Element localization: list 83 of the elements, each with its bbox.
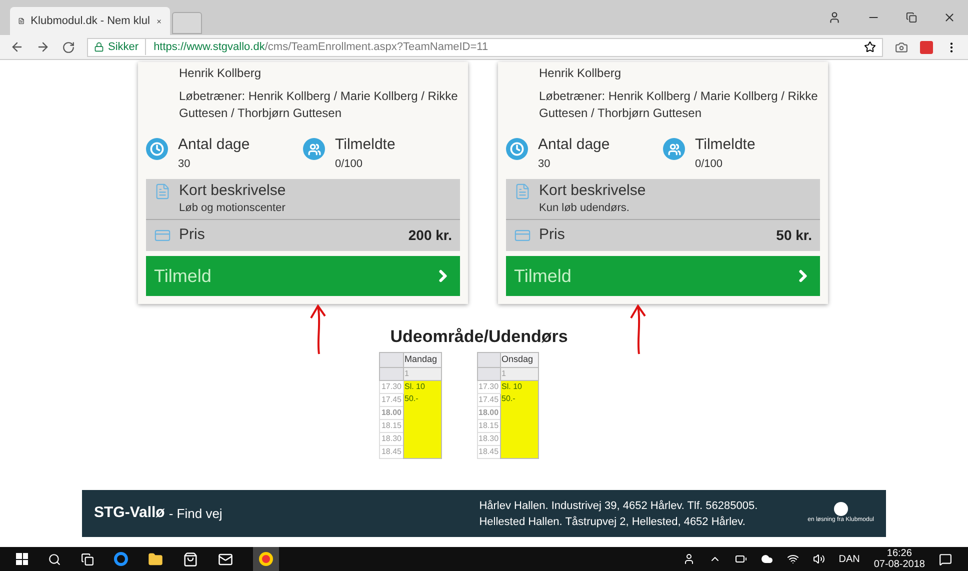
price-label: Pris — [539, 225, 566, 246]
time-cell: 18.45 — [477, 445, 500, 458]
enrolled-value: 0/100 — [335, 157, 364, 172]
time-cell: 18.45 — [380, 445, 403, 458]
profile-icon[interactable] — [828, 11, 841, 24]
clock-icon — [146, 138, 168, 160]
time-cell: 18.30 — [477, 432, 500, 445]
price-value: 50 kr. — [776, 226, 812, 245]
time-cell: 18.00 — [380, 406, 403, 419]
brand-name: STG-Vallø — [94, 503, 165, 524]
booking-text: Sl. 10 — [404, 380, 426, 392]
mail-icon[interactable] — [218, 552, 233, 566]
logo-icon — [834, 502, 848, 516]
days-value: 30 — [178, 157, 192, 172]
clock-icon — [506, 138, 528, 160]
price-label: Pris — [179, 225, 206, 246]
windows-start-icon[interactable] — [16, 553, 28, 565]
days-label: Antal dage — [538, 136, 610, 154]
description-text: Kun løb udendørs. — [539, 200, 630, 216]
time-cell: 18.00 — [477, 406, 500, 419]
instructor-name: Henrik Kollberg — [539, 65, 622, 82]
days-value: 30 — [538, 157, 552, 172]
address-bar[interactable]: Sikker https://www.stgvallo.dk/cms/TeamEnrollment.aspx?TeamNameID=11 — [87, 38, 883, 56]
time-cell: 17.30 — [380, 380, 403, 393]
booking-text: 50.- — [502, 392, 516, 404]
price-value: 200 kr. — [408, 226, 452, 245]
trainers-text: Løbetræner: Henrik Kollberg / Marie Kollberg / Rikke Guttesen / Thorbjørn Guttesen — [179, 88, 459, 122]
column-number: 1 — [500, 367, 538, 380]
bookmark-star-icon[interactable] — [864, 41, 876, 53]
column-number: 1 — [403, 367, 441, 380]
clock-date: 07-08-2018 — [874, 559, 925, 570]
enrolled-label: Tilmeldte — [335, 136, 396, 154]
time-cell: 17.30 — [477, 380, 500, 393]
description-label: Kort beskrivelse — [539, 182, 646, 200]
booking-text: 50.- — [404, 392, 420, 404]
time-cell: 17.45 — [380, 393, 403, 406]
day-header: Onsdag — [500, 352, 538, 367]
find-route-link[interactable]: - Find vej — [168, 504, 222, 524]
time-cell: 18.30 — [380, 432, 403, 445]
tab-title: Klubmodul.dk - Nem klul — [30, 14, 150, 29]
day-header: Mandag — [403, 352, 441, 367]
page-icon — [18, 15, 25, 27]
document-icon — [514, 182, 531, 200]
store-icon[interactable] — [183, 552, 198, 566]
reload-icon[interactable] — [62, 40, 75, 54]
schedule-title: Udeområde/Udendørs — [390, 326, 568, 348]
clock-time: 16:26 — [886, 548, 912, 559]
restore-icon[interactable] — [906, 12, 917, 23]
card-icon — [154, 227, 171, 244]
days-label: Antal dage — [178, 136, 250, 154]
time-cell: 17.45 — [477, 393, 500, 406]
language-indicator[interactable]: DAN — [838, 552, 860, 566]
address-line: Hårlev Hallen. Industrivej 39, 4652 Hårlev. Tlf. 56285005. — [479, 498, 758, 514]
volume-icon[interactable] — [812, 553, 825, 565]
trainers-text: Løbetræner: Henrik Kollberg / Marie Kollberg / Rikke Guttesen / Thorbjørn Guttesen — [539, 88, 819, 122]
forward-icon[interactable] — [36, 40, 50, 54]
people-tray-icon[interactable] — [682, 553, 695, 565]
description-label: Kort beskrivelse — [179, 182, 286, 200]
time-cell: 18.15 — [380, 419, 403, 432]
document-icon — [154, 182, 171, 200]
folder-icon[interactable] — [148, 552, 163, 566]
instructor-name: Henrik Kollberg — [179, 65, 262, 82]
address-line: Hellested Hallen. Tåstrupvej 2, Hellested, 4652 Hårlev. — [479, 514, 746, 530]
enrolled-value: 0/100 — [695, 157, 724, 172]
lock-icon — [94, 42, 104, 52]
search-icon[interactable] — [48, 552, 61, 566]
battery-icon[interactable] — [734, 553, 747, 565]
notifications-icon[interactable] — [939, 552, 952, 566]
secure-label: Sikker — [108, 38, 146, 56]
task-view-icon[interactable] — [81, 552, 94, 566]
browser-tab[interactable]: Klubmodul.dk - Nem klul — [10, 7, 170, 35]
people-icon — [303, 138, 325, 160]
people-icon — [663, 138, 685, 160]
camera-icon[interactable] — [895, 40, 908, 54]
back-icon[interactable] — [10, 40, 24, 54]
cloud-icon[interactable] — [760, 553, 773, 565]
time-cell: 18.15 — [477, 419, 500, 432]
enrolled-label: Tilmeldte — [695, 136, 756, 154]
card-icon — [514, 227, 531, 244]
close-window-icon[interactable] — [943, 11, 956, 24]
description-text: Løb og motionscenter — [179, 200, 286, 216]
booking-text: Sl. 10 — [502, 380, 523, 392]
url-text: https://www.stgvallo.dk/cms/TeamEnrollment.aspx?TeamNameID=11 — [152, 40, 488, 55]
